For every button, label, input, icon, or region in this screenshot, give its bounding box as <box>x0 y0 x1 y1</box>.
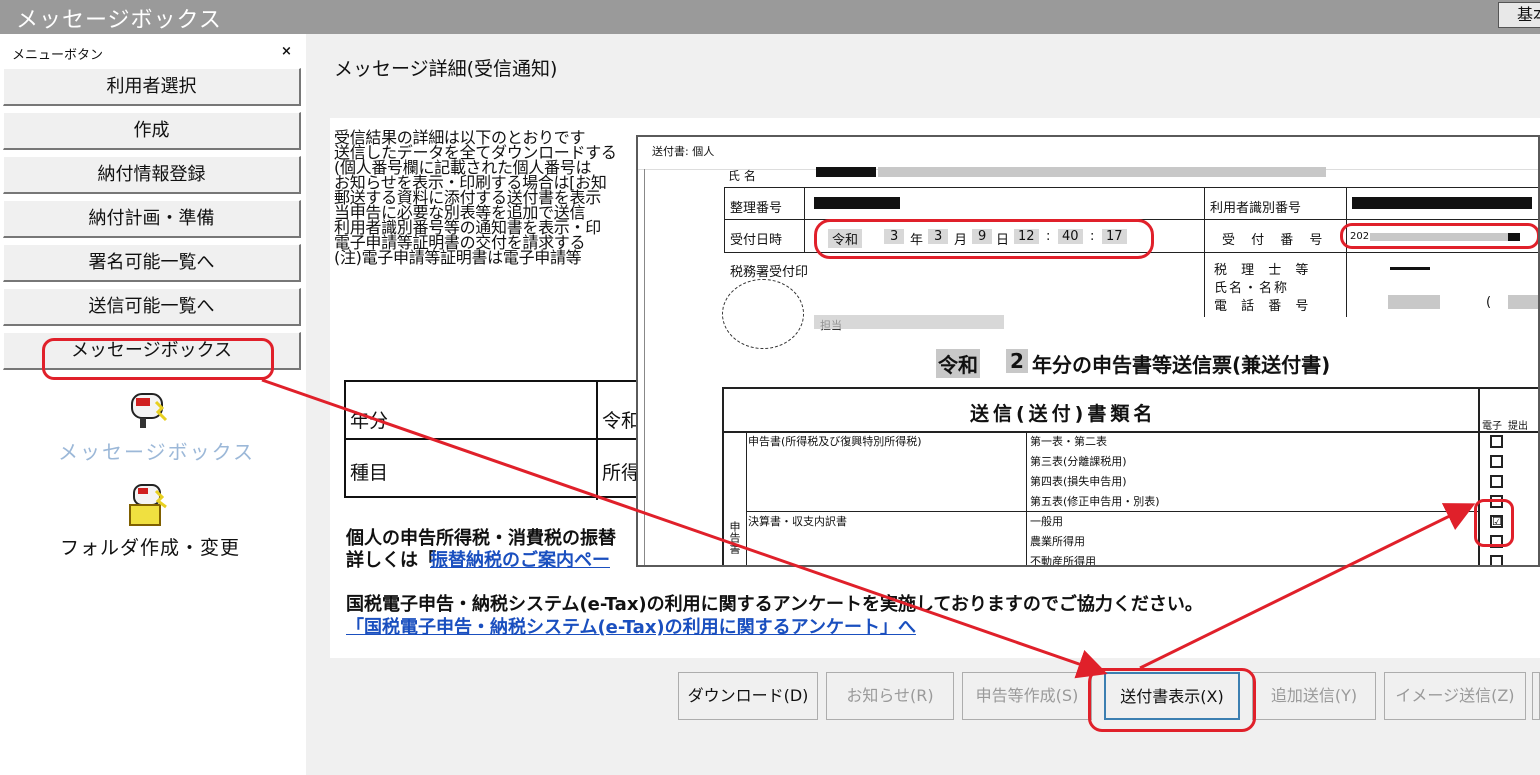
col-electronic: 電子 <box>1482 421 1502 432</box>
checkbox[interactable] <box>1490 475 1503 488</box>
group-label: 申告書 <box>728 521 741 554</box>
doc-item: 農業所得用 <box>1030 535 1085 548</box>
highlight-checkbox <box>1474 499 1514 547</box>
highlight-received-datetime <box>814 219 1154 259</box>
doc-item: 不動産所得用 <box>1030 555 1096 567</box>
received-label: 受付日時 <box>730 233 783 248</box>
cover-letter-window: 送付書: 個人 氏 名 整理番号 利用者識別番号 受付日時 令和 3 年 3 月… <box>636 135 1540 567</box>
menu-header: メニューボタン <box>12 48 104 63</box>
doc-item: 第三表(分離課税用) <box>1030 455 1127 468</box>
doc-item: 一般用 <box>1030 515 1063 528</box>
tax-accountant-label-3: 電 話 番 号 <box>1214 299 1314 314</box>
heading-era: 令和 <box>936 349 980 378</box>
menu-user-select-button[interactable]: 利用者選択 <box>3 68 301 106</box>
popup-title-bar <box>638 137 1538 170</box>
table-key-type: 種目 <box>350 462 389 484</box>
doc-item: 第一表・第二表 <box>1030 435 1107 448</box>
tax-accountant-label-1: 税 理 士 等 <box>1214 263 1314 278</box>
stamp-circle <box>722 279 804 349</box>
download-button[interactable]: ダウンロード(D) <box>678 672 818 720</box>
documents-header: 送信(送付)書類名 <box>970 403 1157 425</box>
message-box-icon-label[interactable]: メッセージボックス <box>58 436 255 465</box>
section-2-label: 決算書・収支内訳書 <box>748 515 847 528</box>
menu-payment-info-button[interactable]: 納付情報登録 <box>3 156 301 194</box>
redacted <box>814 197 900 209</box>
doc-item: 第四表(損失申告用) <box>1030 475 1127 488</box>
page-title: メッセージ詳細(受信通知) <box>334 58 558 80</box>
table-value-year: 令和 <box>602 410 641 432</box>
mailbox-icon[interactable] <box>126 388 172 430</box>
menu-create-button[interactable]: 作成 <box>3 112 301 150</box>
notice-button[interactable]: お知らせ(R) <box>826 672 954 720</box>
highlight-receipt-number <box>1340 223 1538 249</box>
menu-payment-plan-button[interactable]: 納付計画・準備 <box>3 200 301 238</box>
table-value-type: 所得 <box>602 462 641 484</box>
heading-title: 年分の申告書等送信票(兼送付書) <box>1032 353 1331 377</box>
additional-send-button[interactable]: 追加送信(Y) <box>1252 672 1376 720</box>
redacted <box>1352 197 1532 209</box>
folder-icon-label[interactable]: フォルダ作成・変更 <box>60 533 240 560</box>
info-table <box>344 380 646 500</box>
image-send-button[interactable]: イメージ送信(Z) <box>1384 672 1526 720</box>
highlight-message-box-menu <box>42 338 274 380</box>
tax-office-stamp-label: 税務署受付印 <box>730 265 809 280</box>
seiri-label: 整理番号 <box>730 201 783 216</box>
title-bar <box>0 0 1540 34</box>
checkbox[interactable] <box>1490 555 1503 565</box>
user-id-label: 利用者識別番号 <box>1210 201 1302 216</box>
redacted <box>878 167 1326 177</box>
name-label: 氏 名 <box>728 169 756 183</box>
create-return-button[interactable]: 申告等作成(S) <box>962 672 1092 720</box>
basic-button[interactable]: 基本 <box>1498 2 1540 28</box>
overflow-button[interactable] <box>1532 672 1540 720</box>
popup-title: 送付書: 個人 <box>652 145 715 158</box>
body-line: (注)電子申請等証明書は電子申請等 <box>334 248 582 267</box>
heading-year: 2 <box>1006 349 1028 373</box>
table-key-year: 年分 <box>350 410 389 432</box>
checkbox[interactable] <box>1490 455 1503 468</box>
notice-detail-prefix: 詳しくは「 <box>346 550 436 571</box>
doc-item: 第五表(修正申告用・別表) <box>1030 495 1160 508</box>
checkbox[interactable] <box>1490 435 1503 448</box>
menu-close-icon[interactable]: × <box>281 44 292 59</box>
menu-signable-list-button[interactable]: 署名可能一覧へ <box>3 244 301 282</box>
receipt-no-label: 受 付 番 号 <box>1222 233 1329 248</box>
redacted <box>816 167 876 177</box>
phone-paren: ( <box>1486 295 1492 310</box>
section-1-label: 申告書(所得税及び復興特別所得税) <box>748 435 922 448</box>
folder-icon[interactable] <box>128 483 174 526</box>
app-title: メッセージボックス <box>16 8 222 33</box>
survey-link[interactable]: 「国税電子申告・納税システム(e-Tax)の利用に関するアンケート」へ <box>346 613 916 639</box>
direct-debit-link[interactable]: 振替納税のご案内ペー <box>430 546 610 572</box>
highlight-cover-letter-button <box>1088 668 1256 732</box>
col-submit: 提出 <box>1508 421 1528 432</box>
tax-accountant-label-2: 氏名・名称 <box>1214 281 1290 296</box>
menu-sendable-list-button[interactable]: 送信可能一覧へ <box>3 288 301 326</box>
